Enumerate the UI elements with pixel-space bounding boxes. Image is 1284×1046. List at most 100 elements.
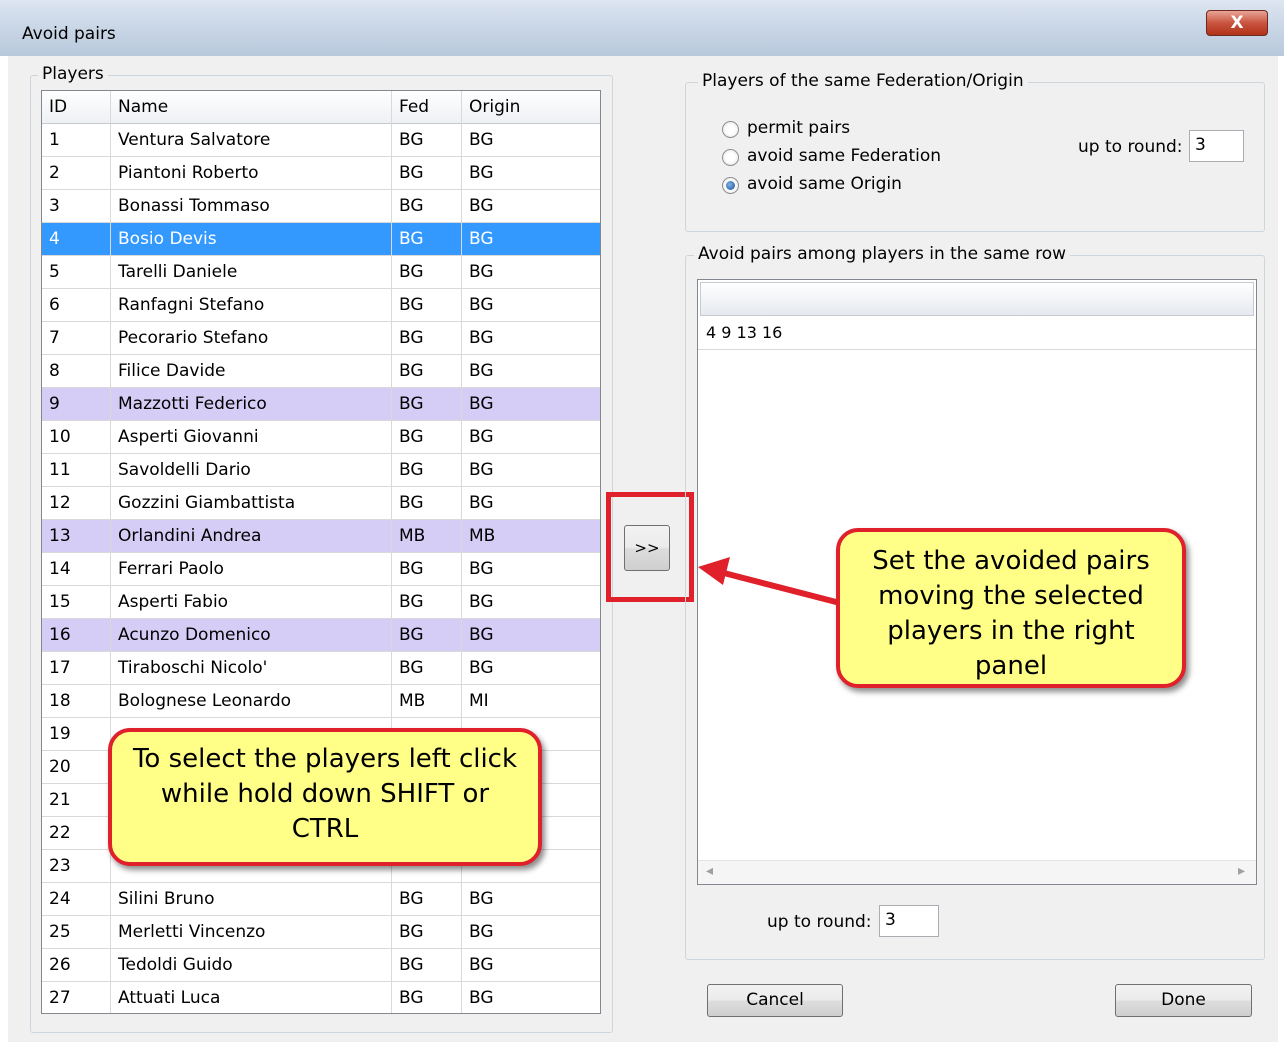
cell-name: Acunzo Domenico	[111, 619, 392, 652]
table-row[interactable]: 13 Orlandini Andrea MB MB	[42, 520, 600, 553]
close-button[interactable]: X	[1206, 10, 1268, 36]
table-row[interactable]: 11 Savoldelli Dario BG BG	[42, 454, 600, 487]
players-table[interactable]: ID Name Fed Origin 1 Ventura Salvatore BG B…	[41, 90, 601, 1014]
cell-name: Bosio Devis	[111, 223, 392, 256]
table-row[interactable]: 5 Tarelli Daniele BG BG	[42, 256, 600, 289]
cell-fed: BG	[392, 256, 462, 289]
scroll-left-icon[interactable]: ◂	[706, 863, 713, 879]
cell-origin: BG	[462, 289, 600, 322]
cell-id: 7	[42, 322, 111, 355]
cell-name: Tarelli Daniele	[111, 256, 392, 289]
table-row[interactable]: 25 Merletti Vincenzo BG BG	[42, 916, 600, 949]
table-row[interactable]: 14 Ferrari Paolo BG BG	[42, 553, 600, 586]
horizontal-scrollbar[interactable]: ◂ ▸	[698, 860, 1256, 884]
table-row[interactable]: 2 Piantoni Roberto BG BG	[42, 157, 600, 190]
cell-origin: MI	[462, 685, 600, 718]
cell-id: 21	[42, 784, 111, 817]
cancel-button[interactable]: Cancel	[707, 984, 843, 1017]
cell-name: Bonassi Tommaso	[111, 190, 392, 223]
cell-origin: BG	[462, 487, 600, 520]
cell-id: 4	[42, 223, 111, 256]
move-to-right-button[interactable]: >>	[624, 525, 670, 571]
cell-id: 26	[42, 949, 111, 982]
cell-fed: MB	[392, 520, 462, 553]
cell-name: Ventura Salvatore	[111, 124, 392, 157]
cell-id: 9	[42, 388, 111, 421]
column-header-origin[interactable]: Origin	[462, 91, 600, 124]
cell-id: 11	[42, 454, 111, 487]
cell-id: 6	[42, 289, 111, 322]
radio-avoid-same-origin[interactable]	[722, 177, 739, 194]
table-row[interactable]: 12 Gozzini Giambattista BG BG	[42, 487, 600, 520]
radio-avoid-same-federation[interactable]	[722, 149, 739, 166]
cell-name: Pecorario Stefano	[111, 322, 392, 355]
radio-label-permit-pairs[interactable]: permit pairs	[747, 118, 850, 138]
federation-up-to-round-input[interactable]: 3	[1189, 130, 1244, 162]
table-row[interactable]: 26 Tedoldi Guido BG BG	[42, 949, 600, 982]
close-icon: X	[1230, 13, 1244, 33]
cell-id: 8	[42, 355, 111, 388]
avoid-pairs-up-to-round-label: up to round:	[767, 912, 872, 932]
cell-name: Ferrari Paolo	[111, 553, 392, 586]
cell-origin: BG	[462, 256, 600, 289]
cell-origin: BG	[462, 322, 600, 355]
cell-id: 15	[42, 586, 111, 619]
table-row[interactable]: 24 Silini Bruno BG BG	[42, 883, 600, 916]
cell-origin: BG	[462, 586, 600, 619]
table-row[interactable]: 7 Pecorario Stefano BG BG	[42, 322, 600, 355]
cell-id: 1	[42, 124, 111, 157]
cell-origin: BG	[462, 355, 600, 388]
window-title: Avoid pairs	[22, 24, 116, 44]
callout-left: To select the players left click while h…	[108, 728, 542, 866]
cell-id: 16	[42, 619, 111, 652]
avoid-pairs-up-to-round-input[interactable]: 3	[879, 905, 939, 937]
avoid-pair-row[interactable]: 4 9 13 16	[698, 317, 1256, 350]
title-bar: Avoid pairs X	[0, 0, 1284, 56]
table-row[interactable]: 18 Bolognese Leonardo MB MI	[42, 685, 600, 718]
radio-label-avoid-same-origin[interactable]: avoid same Origin	[747, 174, 902, 194]
cell-origin: BG	[462, 454, 600, 487]
cell-name: Orlandini Andrea	[111, 520, 392, 553]
cell-name: Asperti Giovanni	[111, 421, 392, 454]
table-row[interactable]: 9 Mazzotti Federico BG BG	[42, 388, 600, 421]
cell-fed: BG	[392, 652, 462, 685]
cell-id: 18	[42, 685, 111, 718]
cell-id: 13	[42, 520, 111, 553]
radio-permit-pairs[interactable]	[722, 121, 739, 138]
table-row[interactable]: 4 Bosio Devis BG BG	[42, 223, 600, 256]
cell-fed: BG	[392, 322, 462, 355]
cell-fed: BG	[392, 388, 462, 421]
scroll-right-icon[interactable]: ▸	[1238, 863, 1245, 879]
cell-fed: BG	[392, 619, 462, 652]
cell-name: Asperti Fabio	[111, 586, 392, 619]
cell-fed: BG	[392, 916, 462, 949]
table-row[interactable]: 8 Filice Davide BG BG	[42, 355, 600, 388]
cell-origin: BG	[462, 421, 600, 454]
table-header: ID Name Fed Origin	[42, 91, 600, 124]
cell-fed: BG	[392, 124, 462, 157]
cell-id: 20	[42, 751, 111, 784]
radio-label-avoid-same-federation[interactable]: avoid same Federation	[747, 146, 941, 166]
cell-name: Silini Bruno	[111, 883, 392, 916]
cell-id: 2	[42, 157, 111, 190]
table-row[interactable]: 16 Acunzo Domenico BG BG	[42, 619, 600, 652]
table-row[interactable]: 3 Bonassi Tommaso BG BG	[42, 190, 600, 223]
cell-id: 24	[42, 883, 111, 916]
cell-origin: BG	[462, 223, 600, 256]
column-header-name[interactable]: Name	[111, 91, 392, 124]
column-header-id[interactable]: ID	[42, 91, 111, 124]
cell-fed: BG	[392, 487, 462, 520]
cell-id: 3	[42, 190, 111, 223]
done-button[interactable]: Done	[1115, 984, 1252, 1017]
table-row[interactable]: 27 Attuati Luca BG BG	[42, 982, 600, 1013]
cell-id: 12	[42, 487, 111, 520]
cell-fed: BG	[392, 421, 462, 454]
cell-name: Merletti Vincenzo	[111, 916, 392, 949]
table-row[interactable]: 15 Asperti Fabio BG BG	[42, 586, 600, 619]
column-header-fed[interactable]: Fed	[392, 91, 462, 124]
table-row[interactable]: 17 Tiraboschi Nicolo' BG BG	[42, 652, 600, 685]
table-row[interactable]: 6 Ranfagni Stefano BG BG	[42, 289, 600, 322]
table-row[interactable]: 10 Asperti Giovanni BG BG	[42, 421, 600, 454]
table-row[interactable]: 1 Ventura Salvatore BG BG	[42, 124, 600, 157]
cell-fed: MB	[392, 685, 462, 718]
